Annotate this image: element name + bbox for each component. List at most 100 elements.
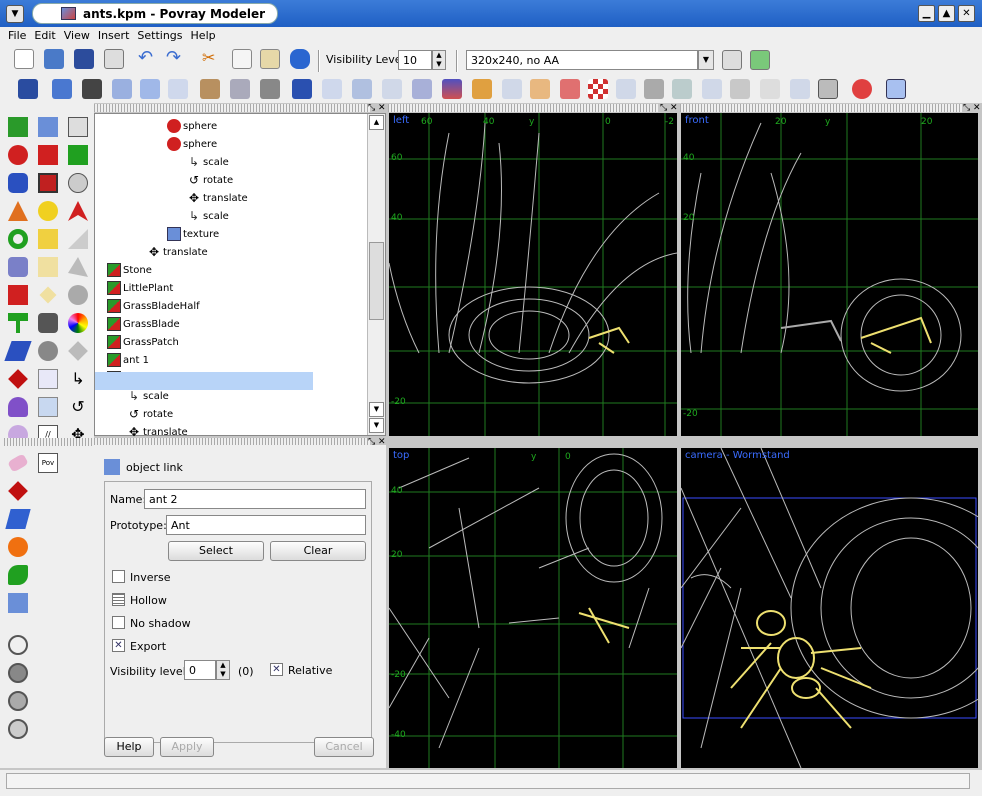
checker-icon[interactable] <box>588 79 608 99</box>
export-checkbox[interactable]: ✕ <box>112 639 125 652</box>
menu-view[interactable]: View <box>64 27 90 42</box>
left-view[interactable]: left 60 40 y 0 -2 60 40 -20 <box>389 113 677 436</box>
name-input[interactable]: ant 2 <box>144 489 366 509</box>
tree-item[interactable]: GrassBlade <box>107 316 180 334</box>
relative-checkbox[interactable]: ✕ <box>270 663 283 676</box>
transform-box-icon[interactable] <box>886 79 906 99</box>
visibility-spinner[interactable]: ▲ ▼ <box>432 50 446 70</box>
render-mode-dropdown-icon[interactable]: ▼ <box>698 50 714 70</box>
print-icon[interactable] <box>104 49 124 69</box>
dock-handle[interactable] <box>680 104 962 112</box>
inverse-checkbox[interactable] <box>112 570 125 583</box>
image-map-icon[interactable] <box>644 79 664 99</box>
tree-item[interactable]: ↺ rotate <box>187 172 233 190</box>
plane-icon[interactable] <box>68 117 88 137</box>
menu-insert[interactable]: Insert <box>98 27 130 42</box>
mesh-icon[interactable] <box>68 257 88 277</box>
scroll-down-icon[interactable]: ▼ <box>369 402 384 417</box>
bump-map-icon[interactable] <box>530 79 550 99</box>
sphere-icon[interactable] <box>8 145 28 165</box>
tree-item[interactable]: ↳ scale <box>187 154 229 172</box>
lathe-icon[interactable] <box>38 145 58 165</box>
quick-color-icon[interactable] <box>730 79 750 99</box>
blob-sphere-icon[interactable] <box>8 257 28 277</box>
tree-item[interactable]: ↳ scale <box>187 208 229 226</box>
box-material-icon[interactable] <box>818 79 838 99</box>
text-icon[interactable] <box>8 313 28 333</box>
render-mode-select[interactable]: 320x240, no AA <box>466 50 698 70</box>
brick-icon[interactable] <box>616 79 636 99</box>
tree-item[interactable]: ↺ rotate <box>127 406 173 424</box>
menu-help[interactable]: Help <box>191 27 216 42</box>
close-button[interactable]: ✕ <box>958 5 975 22</box>
normal-map-icon[interactable] <box>702 79 722 99</box>
camera-icon[interactable] <box>68 285 88 305</box>
raw-povray-icon[interactable]: Pov <box>38 453 58 473</box>
menu-edit[interactable]: Edit <box>34 27 55 42</box>
object-link-icon[interactable] <box>8 593 28 613</box>
triangle-icon[interactable] <box>68 229 88 249</box>
glow-icon[interactable] <box>412 79 432 99</box>
scroll-thumb[interactable] <box>369 242 384 320</box>
copy-icon[interactable] <box>232 49 252 69</box>
tree-item[interactable]: GrassPatch <box>107 334 179 352</box>
menu-file[interactable]: File <box>8 27 26 42</box>
scale-icon[interactable]: ↳ <box>68 369 88 389</box>
light-group-icon[interactable] <box>68 341 88 361</box>
camera-view[interactable]: camera - Wormstand <box>681 448 978 768</box>
union-icon[interactable] <box>38 117 58 137</box>
save-icon[interactable] <box>74 49 94 69</box>
declare-icon[interactable] <box>38 341 58 361</box>
csg-difference-icon[interactable] <box>8 691 28 711</box>
torus-icon[interactable] <box>8 229 28 249</box>
capsule-icon[interactable] <box>7 453 29 473</box>
density-icon[interactable] <box>82 79 102 99</box>
rainbow-object-icon[interactable] <box>68 313 88 333</box>
props-visibility-spinner[interactable]: ▲ ▼ <box>216 660 230 680</box>
rainbow-icon[interactable] <box>352 79 372 99</box>
light-bulb-icon[interactable] <box>38 201 58 221</box>
rotate-icon[interactable]: ↺ <box>68 397 88 417</box>
blob-cylinder-icon[interactable] <box>8 397 28 417</box>
cancel-button[interactable]: Cancel <box>314 737 374 757</box>
paste-icon[interactable] <box>260 49 280 69</box>
select-button[interactable]: Select <box>168 541 264 561</box>
library-icon[interactable] <box>290 49 310 69</box>
cone-icon[interactable] <box>8 201 28 221</box>
disc-icon[interactable] <box>68 173 88 193</box>
visibility-level-input[interactable]: 10 <box>398 50 432 70</box>
quadric-icon[interactable] <box>8 369 28 389</box>
render-preview-icon[interactable] <box>750 50 770 70</box>
csg-merge-icon[interactable] <box>8 719 28 739</box>
maximize-button[interactable]: ▲ <box>938 5 955 22</box>
redo-icon[interactable]: ↷ <box>166 49 186 69</box>
superellipsoid-icon[interactable] <box>38 229 58 249</box>
clipped-by-icon[interactable] <box>38 397 58 417</box>
tree-item[interactable]: Stone <box>107 262 152 280</box>
pigment-icon[interactable] <box>472 79 492 99</box>
bounded-by-icon[interactable] <box>38 369 58 389</box>
texture-list-icon[interactable] <box>502 79 522 99</box>
julia-fractal-icon[interactable] <box>8 285 28 305</box>
dock-close-icon[interactable]: ⤡ ✕ <box>368 103 386 113</box>
turbulence-icon[interactable] <box>260 79 280 99</box>
spotlight-icon[interactable] <box>68 201 88 221</box>
undo-icon[interactable]: ↶ <box>138 49 158 69</box>
tree-scrollbar[interactable]: ▲ ▼ ▼ <box>367 114 385 435</box>
warp-icon[interactable] <box>230 79 250 99</box>
interior-icon[interactable] <box>140 79 160 99</box>
pattern-icon[interactable] <box>18 79 38 99</box>
hollow-checkbox[interactable] <box>112 593 125 606</box>
tree-item[interactable]: ↳ scale <box>127 388 169 406</box>
slope-map-icon[interactable] <box>672 79 692 99</box>
media-icon[interactable] <box>292 79 312 99</box>
map-icon[interactable] <box>200 79 220 99</box>
tree-item[interactable]: LittlePlant <box>107 280 173 298</box>
pattern-list-icon[interactable] <box>790 79 810 99</box>
new-file-icon[interactable] <box>14 49 34 69</box>
top-view[interactable]: top y 0 40 20 -20 -40 <box>389 448 677 768</box>
dock-close-icon[interactable]: ⤡ ✕ <box>963 103 981 113</box>
polygon-icon[interactable] <box>4 341 32 361</box>
blob-icon[interactable] <box>852 79 872 99</box>
menu-settings[interactable]: Settings <box>137 27 182 42</box>
